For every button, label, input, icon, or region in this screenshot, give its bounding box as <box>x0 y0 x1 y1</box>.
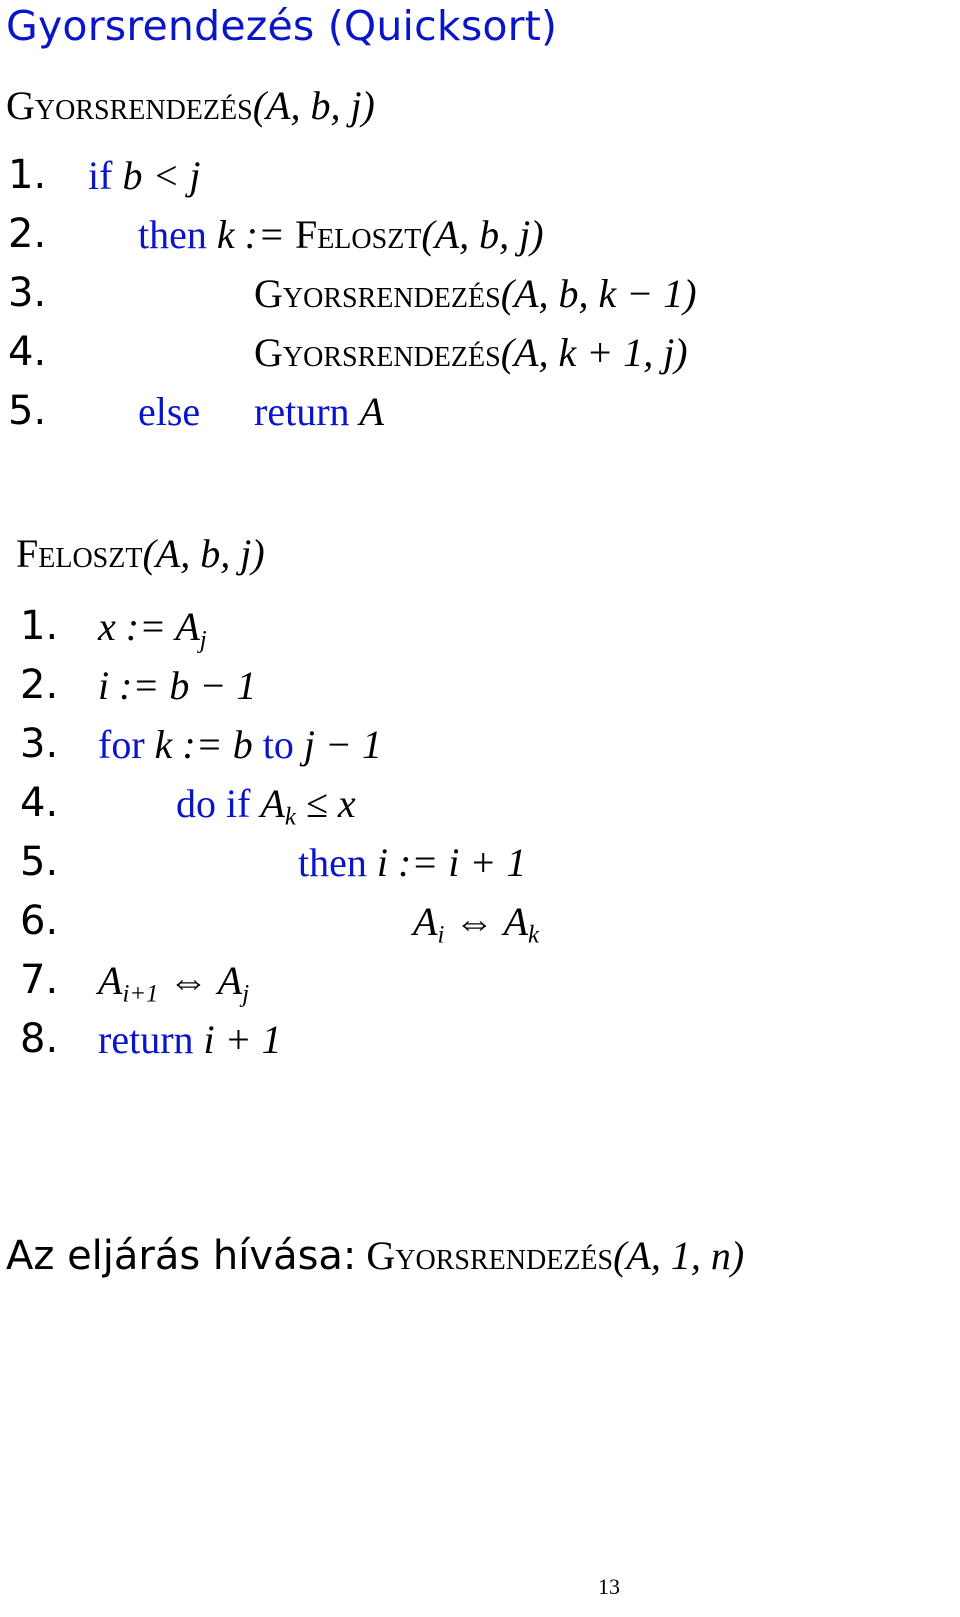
slide-title: Gyorsrendezés (Quicksort) <box>6 2 558 50</box>
call-name: Gyorsrendezés <box>254 271 501 316</box>
partition-header: Feloszt(A, b, j) <box>16 530 265 577</box>
array-ref: A <box>413 899 438 944</box>
keyword-do-if: do if <box>176 781 251 826</box>
call-label: Az eljárás hívása: <box>6 1233 357 1279</box>
keyword-then: then <box>298 840 367 885</box>
call-name: Gyorsrendezés <box>254 330 501 375</box>
keyword-return: return <box>254 389 350 434</box>
procedure-call-line: Az eljárás hívása: Gyorsrendezés(A, 1, n… <box>6 1232 744 1279</box>
line-number: 1. <box>8 152 47 198</box>
comparison: ≤ x <box>295 781 356 826</box>
procedure-name: Gyorsrendezés <box>6 83 253 128</box>
call-args: (A, b, k − 1) <box>500 271 697 316</box>
subscript: k <box>284 803 296 831</box>
return-value: A <box>359 389 384 434</box>
line-number: 5. <box>8 388 47 434</box>
procedure-name: Feloszt <box>16 531 143 576</box>
subscript: j <box>242 980 250 1008</box>
subscript: k <box>528 921 540 949</box>
call-args: (A, k + 1, j) <box>500 330 688 375</box>
line-number: 8. <box>20 1016 59 1062</box>
assignment: x := A <box>98 604 200 649</box>
procedure-params: (A, b, j) <box>142 531 265 576</box>
line-number: 7. <box>20 957 59 1003</box>
line-number: 2. <box>20 662 59 708</box>
call-args: (A, 1, n) <box>613 1233 745 1278</box>
swap: ⇔ A <box>444 899 529 944</box>
line-number: 3. <box>20 721 59 767</box>
line-number: 5. <box>20 839 59 885</box>
assignment: i := b − 1 <box>98 663 257 708</box>
line-number: 3. <box>8 270 47 316</box>
assignment: k := <box>216 212 295 257</box>
line-number: 4. <box>8 329 47 375</box>
return-value: i + 1 <box>203 1017 282 1062</box>
loop-start: k := b <box>154 722 253 767</box>
call-name: Gyorsrendezés <box>366 1233 614 1278</box>
keyword-if: if <box>88 153 113 198</box>
call-name: Feloszt <box>294 212 422 257</box>
keyword-for: for <box>98 722 145 767</box>
subscript: j <box>199 626 207 654</box>
keyword-then: then <box>138 212 207 257</box>
condition: b < j <box>122 153 201 198</box>
array-ref: A <box>98 958 123 1003</box>
increment: i := i + 1 <box>376 840 527 885</box>
call-args: (A, b, j) <box>421 212 544 257</box>
keyword-else: else <box>138 389 201 434</box>
page-number: 13 <box>598 1574 620 1599</box>
swap: ⇔ A <box>158 958 243 1003</box>
loop-end: j − 1 <box>303 722 382 767</box>
array-ref: A <box>260 781 285 826</box>
line-number: 4. <box>20 780 59 826</box>
line-number: 6. <box>20 898 59 944</box>
quicksort-header: Gyorsrendezés(A, b, j) <box>6 82 375 129</box>
keyword-return: return <box>98 1017 194 1062</box>
procedure-params: (A, b, j) <box>252 83 375 128</box>
line-number: 1. <box>20 603 59 649</box>
line-number: 2. <box>8 211 47 257</box>
keyword-to: to <box>262 722 294 767</box>
subscript: i+1 <box>122 980 159 1008</box>
